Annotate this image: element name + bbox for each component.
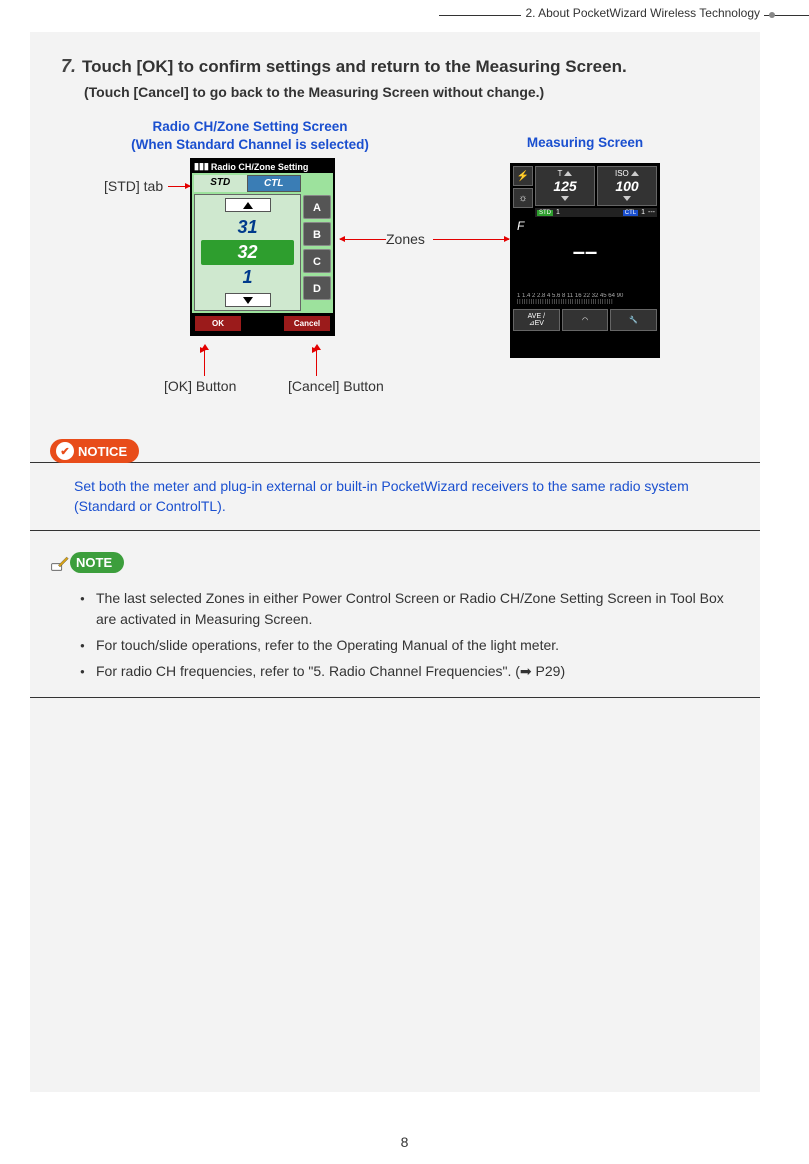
caption-left-line2: (When Standard Channel is selected) — [131, 137, 369, 152]
scale-ticks: ||||||||||||||||||||||||||||||||||||||||… — [517, 299, 653, 305]
arrow-cancel-head — [313, 344, 321, 350]
step-subtitle: (Touch [Cancel] to go back to the Measur… — [84, 84, 740, 100]
pencil-icon — [50, 552, 70, 572]
step-title: Touch [OK] to confirm settings and retur… — [82, 56, 627, 78]
arrow-cancel-line — [316, 350, 317, 376]
dr-bottom-row: AVE / ⊿EV ◠ 🔧 — [513, 309, 657, 331]
ev-label: ⊿EV — [529, 320, 544, 327]
aperture-display: F –– 1 1.4 2 2.8 4 5.6 8 11 16 22 32 45 … — [513, 217, 657, 307]
notice-label: NOTICE — [78, 444, 127, 459]
arrow-ok-line — [204, 350, 205, 376]
settings-icon[interactable]: ☼ — [513, 188, 533, 208]
channel-selected[interactable]: 32 — [201, 240, 294, 265]
arrow-ok-head — [201, 344, 209, 350]
tab-header: STD CTL — [194, 175, 301, 192]
separator-1 — [30, 530, 760, 531]
callout-cancel-button: [Cancel] Button — [288, 378, 384, 394]
zone-d-button[interactable]: D — [303, 276, 331, 300]
header-bullet — [769, 12, 775, 18]
dr-left-icons: ⚡ ☼ — [513, 166, 533, 217]
step-number: 7. — [50, 56, 76, 78]
note-label: NOTE — [76, 555, 112, 570]
flash-mode-icon[interactable]: ⚡ — [513, 166, 533, 186]
callout-std-tab: [STD] tab — [104, 178, 163, 194]
separator-2 — [30, 697, 760, 698]
t-label: T — [558, 169, 563, 178]
iso-up-icon — [631, 171, 639, 176]
notice-section: ✔ NOTICE Set both the meter and plug-in … — [50, 438, 740, 531]
callout-zones: Zones — [386, 231, 425, 247]
page-body: 7. Touch [OK] to confirm settings and re… — [30, 32, 760, 1092]
t-up-icon — [564, 171, 572, 176]
shutter-cell[interactable]: T 125 — [535, 166, 595, 206]
channel-down-button[interactable] — [225, 293, 271, 307]
tab-column: STD CTL 31 32 1 — [194, 175, 301, 311]
zone-c-button[interactable]: C — [303, 249, 331, 273]
diagram-area: Radio CH/Zone Setting Screen (When Stand… — [50, 118, 740, 418]
tab-std[interactable]: STD — [194, 175, 247, 192]
zone-a-button[interactable]: A — [303, 195, 331, 219]
t-down-icon — [561, 196, 569, 201]
chan-std-tag: STD — [537, 210, 553, 216]
iso-down-icon — [623, 196, 631, 201]
memory-button[interactable]: ◠ — [562, 309, 609, 331]
ave-ev-button[interactable]: AVE / ⊿EV — [513, 309, 560, 331]
chevron-down-icon — [243, 297, 253, 304]
device-radio-setting: ▮▮▮ Radio CH/Zone Setting STD CTL 31 32 … — [190, 158, 335, 336]
chan-std-num: 1 — [556, 209, 560, 216]
caption-left-line1: Radio CH/Zone Setting Screen — [152, 119, 347, 134]
chan-ctl-num: 1 — [641, 209, 645, 216]
iso-value: 100 — [598, 178, 656, 194]
callout-ok-button: [OK] Button — [164, 378, 236, 394]
f-value: –– — [517, 239, 653, 265]
arrow-zones-right — [433, 239, 509, 240]
caption-right: Measuring Screen — [500, 135, 670, 150]
device-left-title: ▮▮▮ Radio CH/Zone Setting — [192, 160, 333, 173]
note-item: For touch/slide operations, refer to the… — [80, 635, 730, 655]
notice-icon: ✔ — [56, 442, 74, 460]
channel-prev[interactable]: 31 — [195, 215, 300, 240]
notice-text: Set both the meter and plug-in external … — [74, 477, 730, 516]
channel-picker: 31 32 1 — [194, 194, 301, 311]
notice-badge: ✔ NOTICE — [50, 439, 139, 463]
ave-label: AVE / — [528, 313, 545, 320]
zone-column: A B C D — [303, 175, 331, 311]
note-item: The last selected Zones in either Power … — [80, 588, 730, 629]
cancel-button[interactable]: Cancel — [284, 316, 330, 331]
chan-ctl-dash: --- — [648, 209, 655, 216]
iso-cell[interactable]: ISO 100 — [597, 166, 657, 206]
tab-ctl[interactable]: CTL — [247, 175, 302, 192]
device-left-title-text: Radio CH/Zone Setting — [211, 162, 309, 172]
channel-display[interactable]: STD 1 CTL 1 --- — [535, 208, 657, 217]
step-row: 7. Touch [OK] to confirm settings and re… — [50, 56, 740, 78]
tools-button[interactable]: 🔧 — [610, 309, 657, 331]
channel-next[interactable]: 1 — [195, 265, 300, 290]
note-badge: NOTE — [70, 552, 124, 573]
note-item: For radio CH frequencies, refer to "5. R… — [80, 661, 730, 681]
device-measuring: ⚡ ☼ T 125 ISO 100 — [510, 163, 660, 358]
page-number: 8 — [0, 1134, 809, 1150]
device-left-footer: OK Cancel — [192, 313, 333, 334]
note-list: The last selected Zones in either Power … — [80, 588, 730, 681]
note-header-row: NOTE — [30, 551, 760, 572]
arrow-std — [168, 186, 190, 187]
header-chapter: 2. About PocketWizard Wireless Technolog… — [521, 6, 764, 20]
device-left-body: STD CTL 31 32 1 A B C D — [192, 173, 333, 313]
caption-left: Radio CH/Zone Setting Screen (When Stand… — [110, 118, 390, 153]
chan-ctl-tag: CTL — [623, 210, 638, 216]
f-label: F — [517, 219, 653, 233]
shutter-value: 125 — [536, 178, 594, 194]
arrow-zones-left — [340, 239, 386, 240]
dr-values: T 125 ISO 100 — [535, 166, 657, 206]
zone-b-button[interactable]: B — [303, 222, 331, 246]
ok-button[interactable]: OK — [195, 316, 241, 331]
notice-header-row: ✔ NOTICE — [30, 438, 760, 463]
note-section: NOTE The last selected Zones in either P… — [50, 551, 740, 698]
battery-icon: ▮▮▮ — [194, 161, 209, 172]
dr-top-row: ⚡ ☼ T 125 ISO 100 — [513, 166, 657, 217]
iso-label: ISO — [615, 169, 629, 178]
chevron-up-icon — [243, 202, 253, 209]
channel-up-button[interactable] — [225, 198, 271, 212]
